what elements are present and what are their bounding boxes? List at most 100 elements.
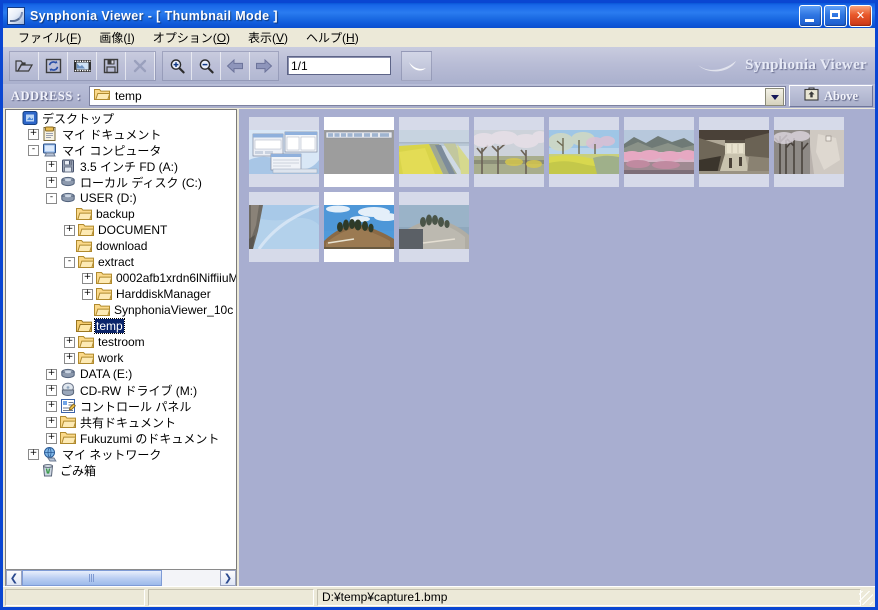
menu-image[interactable]: 画像(I): [90, 27, 143, 48]
expand-icon[interactable]: +: [64, 336, 75, 348]
address-combobox[interactable]: temp: [89, 86, 786, 106]
scroll-right-icon[interactable]: ❯: [220, 570, 236, 586]
tree-item-label: 共有ドキュメント: [80, 415, 177, 430]
tree-item-temp[interactable]: temp: [6, 318, 236, 334]
zoom-out-icon[interactable]: [192, 51, 221, 80]
tree-item-3-5-fd-a[interactable]: + 3.5 インチ FD (A:): [6, 158, 236, 174]
menu-file[interactable]: ファイル(F): [9, 27, 90, 48]
address-bar: ADDRESS : temp Above: [3, 84, 875, 108]
expand-icon[interactable]: +: [46, 416, 57, 428]
menu-help[interactable]: ヘルプ(H): [297, 27, 368, 48]
thumb-temple-corridor[interactable]: [699, 117, 769, 187]
tree-item-[interactable]: ごみ箱: [6, 462, 236, 478]
status-panel-1: [5, 588, 145, 606]
collapse-icon[interactable]: -: [64, 256, 75, 268]
tree-item-label: testroom: [98, 335, 145, 349]
scrollbar-thumb[interactable]: [22, 570, 162, 586]
page-indicator-input[interactable]: 1/1: [287, 56, 391, 75]
expand-icon[interactable]: +: [28, 128, 39, 140]
expand-icon[interactable]: +: [28, 448, 39, 460]
tree-item-[interactable]: - マイ コンピュータ: [6, 142, 236, 158]
expand-icon[interactable]: +: [46, 384, 57, 396]
expand-icon[interactable]: +: [46, 432, 57, 444]
tree-item-extract[interactable]: - extract: [6, 254, 236, 270]
open-folder-icon[interactable]: [10, 51, 39, 80]
thumbnail-pane[interactable]: [239, 109, 875, 587]
filmstrip-icon[interactable]: [68, 51, 97, 80]
tree-item-0002afb1xrdn6lniffiiumjz1[interactable]: + 0002afb1xrdn6lNiffiiuMjz1: [6, 270, 236, 286]
thumb-hill-gray-block[interactable]: [399, 192, 469, 262]
tree-horizontal-scrollbar[interactable]: ❮ ❯: [5, 569, 237, 587]
collapse-icon[interactable]: -: [28, 144, 39, 156]
status-file-path: D:¥temp¥capture1.bmp: [317, 588, 861, 606]
tree-item-document[interactable]: + DOCUMENT: [6, 222, 236, 238]
tree-item-fukuzumi[interactable]: + Fukuzumi のドキュメント: [6, 430, 236, 446]
tree-item-label: 3.5 インチ FD (A:): [80, 159, 179, 174]
expand-icon[interactable]: +: [46, 176, 57, 188]
close-button[interactable]: ✕: [849, 5, 872, 27]
thumbnail-image: [773, 130, 844, 177]
thumb-sky-cliff[interactable]: [249, 192, 321, 262]
save-icon[interactable]: [97, 51, 126, 80]
thumb-cherry-blossom-trees[interactable]: [472, 117, 548, 187]
menu-options[interactable]: オプション(O): [144, 27, 239, 48]
app-logo-icon: [7, 6, 25, 25]
close-image-icon[interactable]: [126, 51, 155, 80]
expand-icon[interactable]: +: [82, 272, 93, 284]
tree-item-backup[interactable]: backup: [6, 206, 236, 222]
arrow-left-icon[interactable]: [221, 51, 250, 80]
chevron-down-icon[interactable]: [765, 88, 784, 106]
folder-icon: [60, 414, 77, 430]
thumb-peach-orchard-hills[interactable]: [622, 117, 697, 187]
tree-item-download[interactable]: download: [6, 238, 236, 254]
scrollbar-track[interactable]: [22, 570, 220, 586]
tree-item-label: DOCUMENT: [98, 223, 168, 237]
tree-item-[interactable]: デスクトップ: [6, 110, 236, 126]
thumb-canola-field-path[interactable]: [399, 117, 469, 187]
collapse-icon[interactable]: -: [46, 192, 57, 204]
folder-tree-panel[interactable]: デスクトップ + マイ ドキュメント - マイ コンピュータ + 3.5 インチ FD…: [5, 109, 237, 587]
above-button[interactable]: Above: [789, 85, 873, 107]
refresh-image-icon[interactable]: [39, 51, 68, 80]
tree-item-harddiskmanager[interactable]: + HarddiskManager: [6, 286, 236, 302]
expand-icon[interactable]: +: [46, 368, 57, 380]
maximize-button[interactable]: [824, 5, 847, 27]
tree-item-[interactable]: + 共有ドキュメント: [6, 414, 236, 430]
expand-icon[interactable]: +: [46, 160, 57, 172]
brand-label: Synphonia Viewer: [745, 57, 867, 73]
thumb-hill-trees-blue-sky[interactable]: [324, 192, 398, 262]
tree-item-data-e[interactable]: + DATA (E:): [6, 366, 236, 382]
expand-icon[interactable]: +: [46, 400, 57, 412]
tree-item-c[interactable]: + ローカル ディスク (C:): [6, 174, 236, 190]
tree-item-[interactable]: + コントロール パネル: [6, 398, 236, 414]
thumb-yellow-flowers-tree[interactable]: [548, 117, 619, 187]
title-bar: Synphonia Viewer - [ Thumbnail Mode ] ✕: [3, 3, 875, 28]
menu-view[interactable]: 表示(V): [239, 27, 297, 48]
thumb-screenshot-gray[interactable]: [324, 117, 394, 187]
tree-item-user-d[interactable]: - USER (D:): [6, 190, 236, 206]
resize-grip[interactable]: [859, 591, 873, 605]
zoom-in-icon[interactable]: [163, 51, 192, 80]
thumb-blossom-rock[interactable]: [773, 117, 844, 187]
tree-item-cd-rw-m[interactable]: + CD-RW ドライブ (M:): [6, 382, 236, 398]
expand-icon[interactable]: +: [82, 288, 93, 300]
tree-item-work[interactable]: + work: [6, 350, 236, 366]
tree-item-[interactable]: + マイ ドキュメント: [6, 126, 236, 142]
tree-item-[interactable]: + マイ ネットワーク: [6, 446, 236, 462]
menu-options-post: ): [226, 31, 231, 45]
minimize-button[interactable]: [799, 5, 822, 27]
tree-item-testroom[interactable]: + testroom: [6, 334, 236, 350]
moon-icon[interactable]: [401, 50, 432, 81]
folder-icon: [60, 430, 77, 446]
thumb-screenshot-dialogs[interactable]: [249, 117, 319, 187]
expand-icon[interactable]: +: [64, 224, 75, 236]
arrow-right-icon[interactable]: [250, 52, 278, 80]
tree-item-synphoniaviewer-10c[interactable]: SynphoniaViewer_10c: [6, 302, 236, 318]
scroll-left-icon[interactable]: ❮: [6, 570, 22, 586]
expand-icon[interactable]: +: [64, 352, 75, 364]
menu-file-pre: ファイル(: [18, 31, 70, 45]
